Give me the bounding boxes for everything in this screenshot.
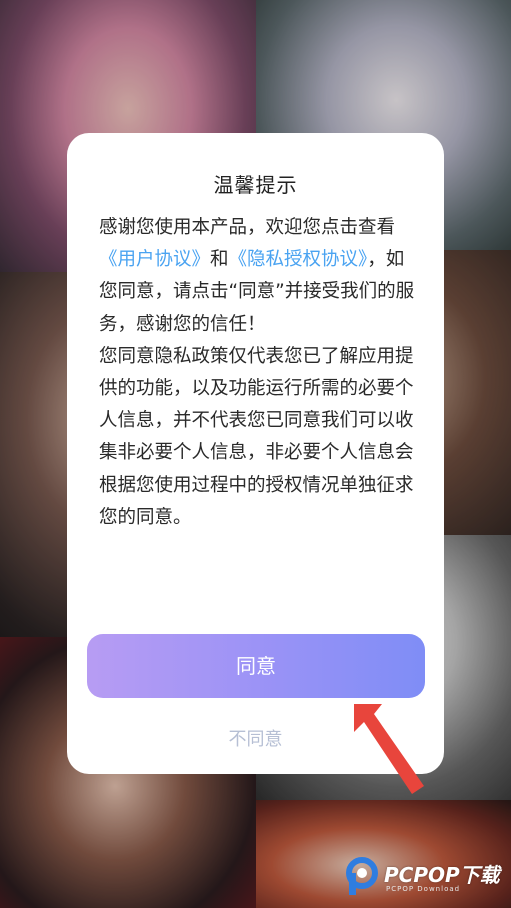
dialog-title: 温馨提示 [213,173,298,197]
intro-prefix-text: 感谢您使用本产品，欢迎您点击查看 [99,217,396,238]
user-agreement-link[interactable]: 《用户协议》 [99,249,210,270]
paragraph-intro: 感谢您使用本产品，欢迎您点击查看《用户协议》和《隐私授权协议》，如您同意，请点击… [99,212,415,341]
dialog-body: 感谢您使用本产品，欢迎您点击查看《用户协议》和《隐私授权协议》，如您同意，请点击… [99,212,415,534]
watermark-text: PCPOP下载 [384,863,500,887]
watermark-subtext: PCPOP Download [386,885,461,893]
pcpop-watermark: PCPOP下载 PCPOP Download [346,855,511,900]
red-arrow-icon [354,704,424,794]
conjunction-text: 和 [210,249,229,271]
privacy-consent-dialog: 温馨提示 感谢您使用本产品，欢迎您点击查看《用户协议》和《隐私授权协议》，如您同… [67,133,444,774]
paragraph-privacy-explanation: 您同意隐私政策仅代表您已了解应用提供的功能，以及功能运行所需的必要个人信息，并不… [99,345,414,528]
privacy-agreement-link[interactable]: 《隐私授权协议》 [229,249,368,270]
agree-button[interactable]: 同意 [87,634,425,698]
pcpop-logo-icon [346,857,378,895]
